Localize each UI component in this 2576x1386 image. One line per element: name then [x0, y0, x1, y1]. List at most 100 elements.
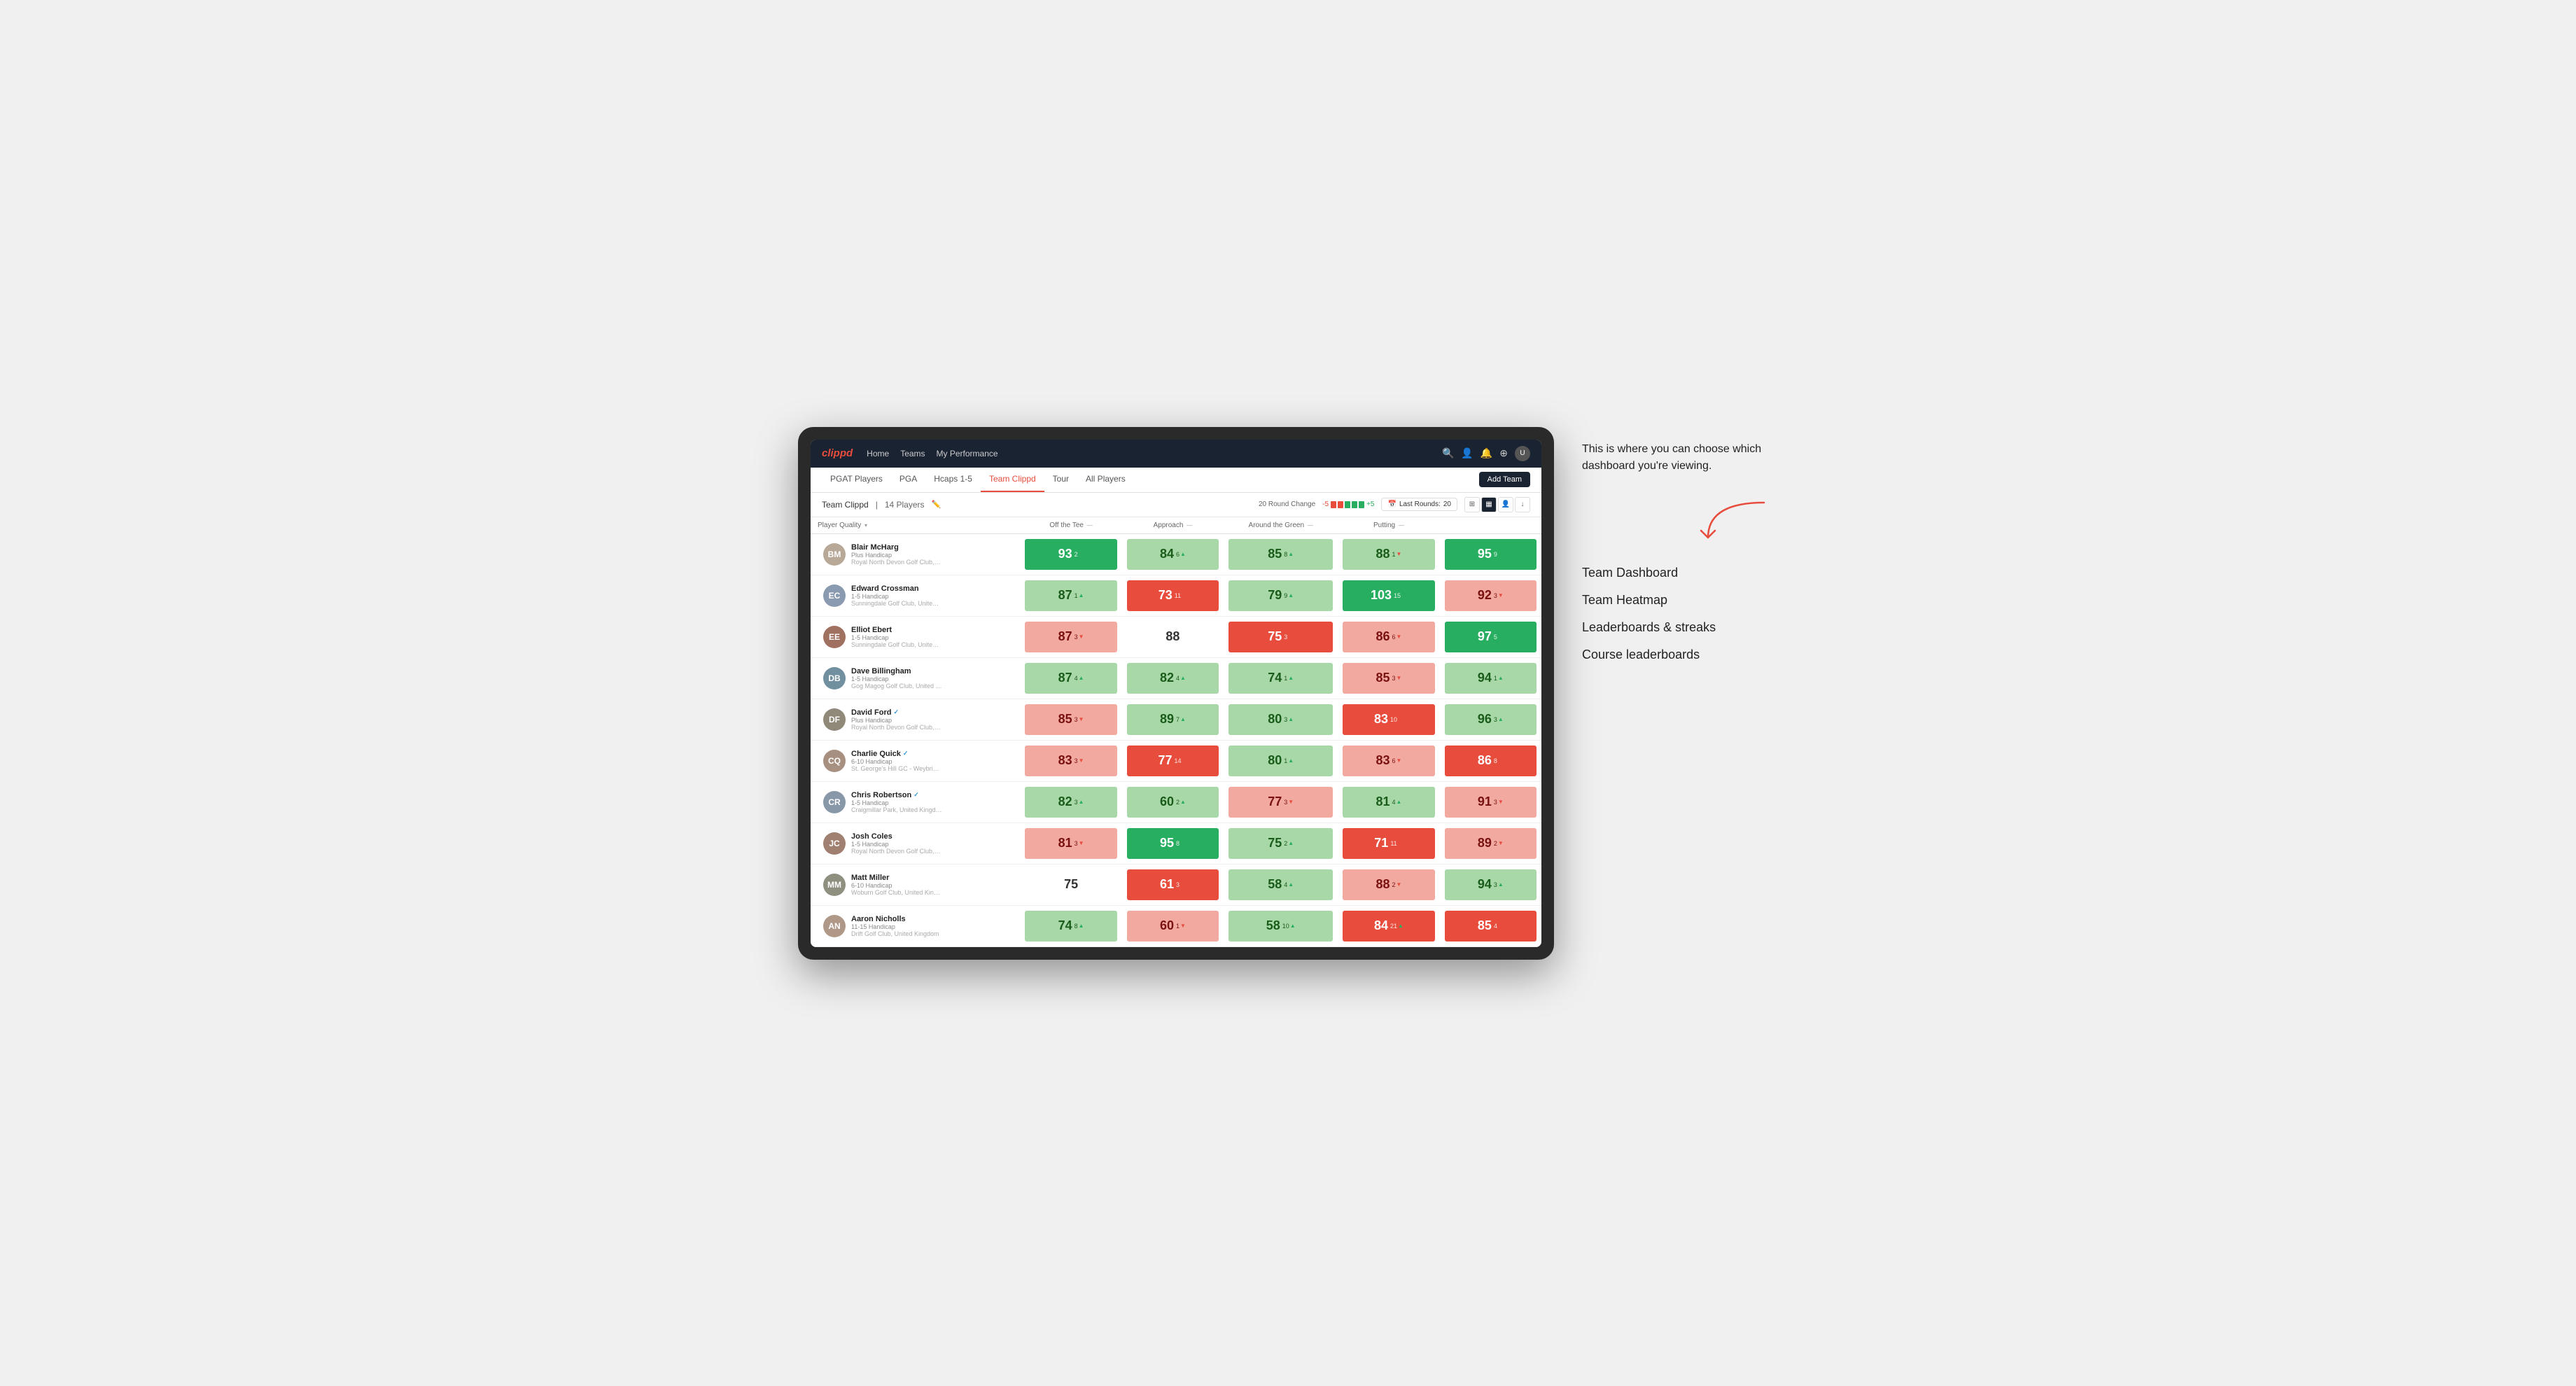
dashboard-link-course[interactable]: Course leaderboards: [1582, 648, 1778, 662]
annotation-arrow: [1582, 496, 1778, 552]
table-row[interactable]: BM Blair McHarg Plus Handicap Royal Nort…: [811, 533, 1541, 575]
table-row[interactable]: AN Aaron Nicholls 11-15 Handicap Drift G…: [811, 905, 1541, 946]
player-name: David Ford✓: [851, 708, 942, 717]
player-handicap: 6-10 Handicap: [851, 882, 942, 889]
arrow-down-icon: ▼: [1396, 551, 1402, 557]
dashboard-link-leaderboards[interactable]: Leaderboards & streaks: [1582, 620, 1778, 635]
table-row[interactable]: JC Josh Coles 1-5 Handicap Royal North D…: [811, 822, 1541, 864]
score-cell-off_tee: 84 6▲: [1122, 533, 1224, 575]
score-cell-inner: 85 3▼: [1025, 704, 1116, 735]
score-cell-around_green: 103 15▲: [1338, 575, 1439, 616]
arrow-down-icon: ▼: [1396, 881, 1402, 888]
arrow-up-icon: ▲: [1498, 634, 1504, 640]
view-btn-grid[interactable]: ⊞: [1464, 497, 1480, 512]
view-btn-heatmap[interactable]: ▦: [1481, 497, 1497, 512]
tab-pga[interactable]: PGA: [891, 468, 925, 492]
table-row[interactable]: MM Matt Miller 6-10 Handicap Woburn Golf…: [811, 864, 1541, 905]
arrow-down-icon: ▼: [1288, 799, 1294, 805]
score-cell-inner: 81 4▲: [1343, 787, 1434, 818]
score-value: 75: [1268, 629, 1282, 644]
change-negative: -5: [1322, 500, 1329, 508]
bar-seg-green-2: [1352, 501, 1357, 508]
score-cell-off_tee: 61 3▼: [1122, 864, 1224, 905]
player-info: Edward Crossman 1-5 Handicap Sunningdale…: [851, 584, 942, 607]
player-avatar: JC: [823, 832, 846, 855]
score-cell-inner: 95 8▲: [1127, 828, 1219, 859]
tab-all-players[interactable]: All Players: [1077, 468, 1134, 492]
score-value: 85: [1376, 671, 1390, 685]
view-btn-person[interactable]: 👤: [1498, 497, 1513, 512]
player-cell: DB Dave Billingham 1-5 Handicap Gog Mago…: [816, 663, 1014, 694]
user-icon[interactable]: 👤: [1461, 447, 1473, 459]
add-team-button[interactable]: Add Team: [1479, 472, 1530, 487]
arrow-svg: [1694, 496, 1778, 552]
sort-arrow-around-green: —: [1308, 522, 1313, 528]
page-wrapper: clippd Home Teams My Performance 🔍 👤 🔔 ⊕…: [798, 427, 1778, 960]
player-avatar: MM: [823, 874, 846, 896]
player-cell: DF David Ford✓ Plus Handicap Royal North…: [816, 704, 1014, 735]
tab-hcaps[interactable]: Hcaps 1-5: [925, 468, 981, 492]
player-name: Elliot Ebert: [851, 626, 942, 634]
arrow-down-icon: ▼: [1182, 757, 1187, 764]
header-approach[interactable]: Approach —: [1122, 517, 1224, 534]
score-change: 6▼: [1392, 757, 1402, 764]
dashboard-link-team[interactable]: Team Dashboard: [1582, 566, 1778, 580]
player-cell: AN Aaron Nicholls 11-15 Handicap Drift G…: [816, 911, 1014, 941]
header-around-green[interactable]: Around the Green —: [1224, 517, 1338, 534]
score-cell-inner: 85 4▼: [1445, 911, 1536, 941]
view-btn-download[interactable]: ↓: [1515, 497, 1530, 512]
arrow-up-icon: ▲: [1079, 799, 1084, 805]
tab-pgat-players[interactable]: PGAT Players: [822, 468, 891, 492]
table-row[interactable]: EE Elliot Ebert 1-5 Handicap Sunningdale…: [811, 616, 1541, 657]
nav-my-performance[interactable]: My Performance: [937, 449, 998, 458]
sort-arrow-player: ▾: [864, 522, 867, 528]
dashboard-link-heatmap[interactable]: Team Heatmap: [1582, 593, 1778, 608]
score-cell-inner: 80 3▲: [1228, 704, 1333, 735]
score-cell-approach: 77 3▼: [1224, 781, 1338, 822]
player-handicap: 1-5 Handicap: [851, 676, 942, 682]
header-off-tee[interactable]: Off the Tee —: [1020, 517, 1121, 534]
score-change: 3▼: [1074, 840, 1084, 847]
header-player-quality[interactable]: Player Quality ▾: [811, 517, 1020, 534]
arrow-up-icon: ▲: [1290, 923, 1296, 929]
table-row[interactable]: DF David Ford✓ Plus Handicap Royal North…: [811, 699, 1541, 740]
edit-team-icon[interactable]: ✏️: [932, 500, 941, 509]
table-row[interactable]: DB Dave Billingham 1-5 Handicap Gog Mago…: [811, 657, 1541, 699]
search-icon[interactable]: 🔍: [1442, 447, 1454, 459]
bar-seg-green-1: [1345, 501, 1350, 508]
score-value: 95: [1478, 547, 1492, 561]
logo[interactable]: clippd: [822, 447, 853, 459]
score-cell-inner: 97 5▲: [1445, 622, 1536, 652]
arrow-up-icon: ▲: [1079, 551, 1084, 557]
table-row[interactable]: CR Chris Robertson✓ 1-5 Handicap Craigmi…: [811, 781, 1541, 822]
header-putting[interactable]: Putting —: [1338, 517, 1439, 534]
score-value: 73: [1158, 588, 1172, 603]
last-rounds-button[interactable]: 📅 Last Rounds: 20: [1381, 498, 1457, 511]
score-change: 8▲: [1284, 551, 1294, 558]
bell-icon[interactable]: 🔔: [1480, 447, 1492, 459]
score-cell-around_green: 81 4▲: [1338, 781, 1439, 822]
arrow-down-icon: ▼: [1498, 799, 1504, 805]
verified-icon: ✓: [893, 708, 899, 716]
settings-icon[interactable]: ⊕: [1499, 447, 1508, 459]
score-value: 58: [1266, 918, 1280, 933]
score-cell-player_quality: 87 3▼: [1020, 616, 1121, 657]
table-row[interactable]: CQ Charlie Quick✓ 6-10 Handicap St. Geor…: [811, 740, 1541, 781]
view-toggle: ⊞ ▦ 👤 ↓: [1464, 497, 1530, 512]
table-row[interactable]: EC Edward Crossman 1-5 Handicap Sunningd…: [811, 575, 1541, 616]
tab-tour[interactable]: Tour: [1044, 468, 1077, 492]
score-value: 94: [1478, 877, 1492, 892]
arrow-down-icon: ▼: [1398, 716, 1404, 722]
player-avatar: CR: [823, 791, 846, 813]
avatar[interactable]: U: [1515, 446, 1530, 461]
nav-teams[interactable]: Teams: [900, 449, 925, 458]
score-cell-inner: 82 3▲: [1025, 787, 1116, 818]
team-info-bar: Team Clippd | 14 Players ✏️ 20 Round Cha…: [811, 493, 1541, 517]
score-cell-off_tee: 88: [1122, 616, 1224, 657]
score-cell-around_green: 86 6▼: [1338, 616, 1439, 657]
player-avatar: CQ: [823, 750, 846, 772]
tab-team-clippd[interactable]: Team Clippd: [981, 468, 1044, 492]
arrow-up-icon: ▲: [1180, 551, 1186, 557]
score-cell-inner: 87 3▼: [1025, 622, 1116, 652]
nav-home[interactable]: Home: [867, 449, 889, 458]
